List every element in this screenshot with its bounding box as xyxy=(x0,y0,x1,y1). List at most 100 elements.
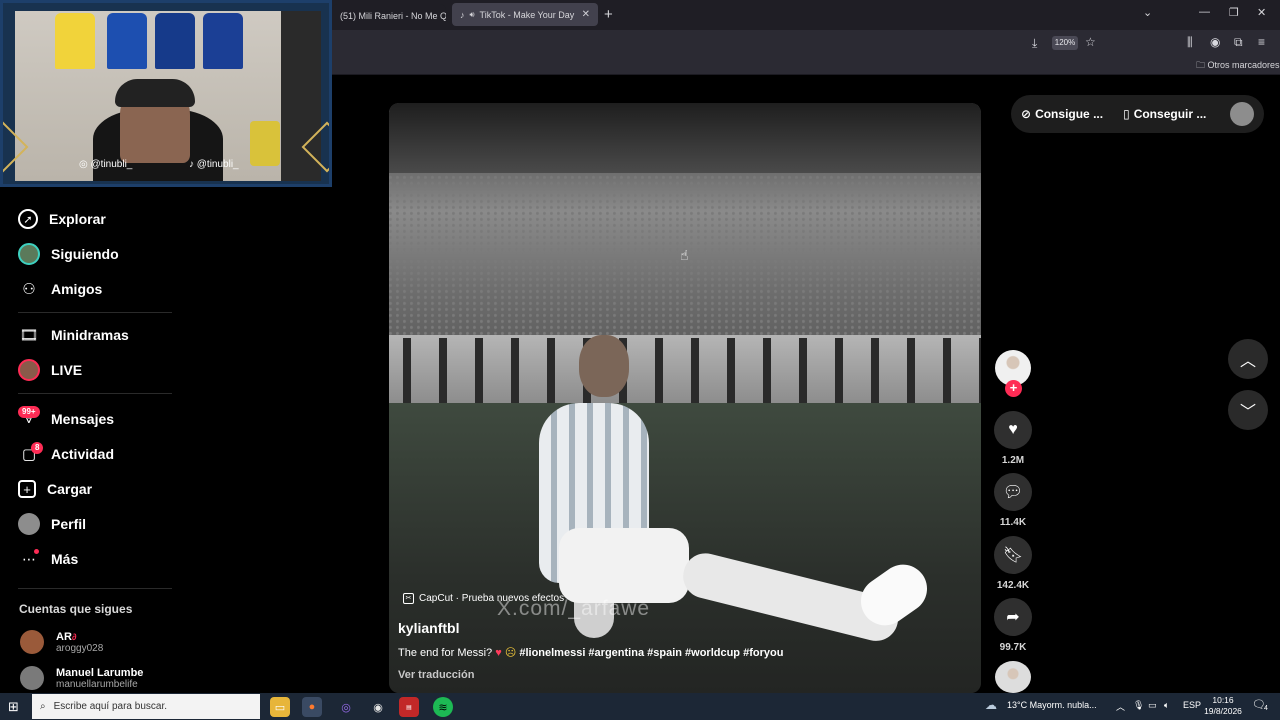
sidebar-item-amigos[interactable]: ⚇ Amigos xyxy=(18,276,102,302)
minimize-button[interactable]: — xyxy=(1199,6,1210,18)
bookmark-star-icon[interactable]: ☆ xyxy=(1085,35,1096,49)
sidebar-divider xyxy=(18,588,172,589)
weather-text[interactable]: 13°C Mayorm. nubla... xyxy=(1007,700,1097,710)
messages-badge: 99+ xyxy=(18,406,40,418)
capcut-label: CapCut · Prueba nuevos efectos xyxy=(419,593,565,604)
obs-icon[interactable]: ◉ xyxy=(368,697,388,717)
get-app-button[interactable]: ▯ Conseguir ... xyxy=(1113,107,1216,121)
microphone-icon[interactable]: 🎙︎ xyxy=(1133,700,1144,711)
restore-button[interactable]: ❐ xyxy=(1229,6,1239,19)
sidebar-item-label: Minidramas xyxy=(51,327,129,343)
sidebar-item-label: Cargar xyxy=(47,481,93,497)
speaker-icon[interactable]: 🔊︎ xyxy=(470,10,475,20)
zoom-level[interactable]: 120% xyxy=(1052,36,1078,50)
sidebar-item-label: Explorar xyxy=(49,211,106,227)
extensions-icon[interactable]: ⧉ xyxy=(1234,35,1243,50)
sidebar-item-siguiendo[interactable]: Siguiendo xyxy=(18,241,119,267)
close-window-button[interactable]: ✕ xyxy=(1257,6,1266,19)
translate-link[interactable]: Ver traducción xyxy=(398,669,474,681)
broken-heart-icon: ♥ xyxy=(495,647,502,659)
windows-start-icon[interactable]: ⊞ xyxy=(8,699,19,715)
get-app-label: Conseguir ... xyxy=(1133,107,1207,121)
share-icon[interactable]: ➦ xyxy=(994,598,1032,636)
account-name: AR xyxy=(56,630,72,643)
file-explorer-icon[interactable]: ▭ xyxy=(270,697,290,717)
sidebar-item-cargar[interactable]: + Cargar xyxy=(18,476,92,502)
capcut-link[interactable]: ✂︎ CapCut · Prueba nuevos efectos xyxy=(403,593,564,604)
sidebar-item-live[interactable]: LIVE xyxy=(18,357,82,383)
sidebar-divider xyxy=(18,393,172,394)
user-avatar[interactable] xyxy=(1230,102,1254,126)
follow-button[interactable]: + xyxy=(1005,380,1022,397)
tiktok-icon: ♪ xyxy=(189,159,197,170)
video-frame-people xyxy=(389,338,981,408)
header-actions: ⊘ Consigue ... ▯ Conseguir ... xyxy=(1011,95,1264,133)
save-action[interactable]: 🔖︎ 142.4K xyxy=(994,536,1032,591)
taskbar-search-input[interactable]: ⌕ Escribe aquí para buscar. xyxy=(32,694,260,719)
tab-tiktok[interactable]: ♪ 🔊︎ TikTok - Make Your Day ✕ xyxy=(452,3,598,26)
close-tab-icon[interactable]: ✕ xyxy=(582,9,590,20)
profile-avatar-icon xyxy=(18,513,40,535)
menu-icon[interactable]: ≡ xyxy=(1258,35,1265,49)
video-player[interactable]: X.com/_arfawe ✂︎ CapCut · Prueba nuevos … xyxy=(389,103,981,693)
tiktok-handle: ♪ @tinubli_ xyxy=(189,159,239,170)
tab-youtube[interactable]: (51) Mili Ranieri - No Me Quie ✕ xyxy=(332,4,446,28)
sidebar-item-label: Perfil xyxy=(51,516,87,532)
sidebar-item-label: Amigos xyxy=(51,281,103,297)
sidebar-item-explorar[interactable]: ➚ Explorar xyxy=(18,206,106,232)
video-author[interactable]: kylianftbl xyxy=(398,620,459,636)
sad-face-icon: ☹ xyxy=(504,647,520,659)
sidebar-item-label: Siguiendo xyxy=(51,246,119,262)
video-description: The end for Messi? ♥ ☹ #lionelmessi #arg… xyxy=(398,646,783,659)
network-icon[interactable]: ▭ xyxy=(1148,700,1157,711)
like-action[interactable]: ♥ 1.2M xyxy=(994,411,1032,466)
sidebar-item-label: Más xyxy=(51,551,79,567)
previous-video-button[interactable]: ︿ xyxy=(1228,339,1268,379)
account-icon[interactable]: ◉ xyxy=(1210,35,1220,49)
music-disc[interactable] xyxy=(995,661,1031,693)
account-handle: aroggy028 xyxy=(56,642,104,654)
jersey-blue xyxy=(203,13,243,69)
following-account[interactable]: Manuel Larumbe manuellarumbelife xyxy=(20,666,143,690)
webcam-cup xyxy=(250,121,280,166)
compass-icon: ➚ xyxy=(18,209,38,229)
tab-list-chevron-icon[interactable]: ⌄ xyxy=(1143,6,1152,19)
chevron-down-icon: ﹀ xyxy=(1239,404,1256,421)
coin-icon: ⊘ xyxy=(1021,107,1032,121)
heart-icon[interactable]: ♥ xyxy=(994,411,1032,449)
taskbar-clock[interactable]: 10:16 19/8/2026 xyxy=(1203,695,1243,717)
avatar xyxy=(20,666,44,690)
library-icon[interactable]: ⫼ xyxy=(1187,35,1193,50)
spotify-icon[interactable]: ≋ xyxy=(433,697,453,717)
sidebar-item-minidramas[interactable]: 🎞︎ Minidramas xyxy=(18,322,129,348)
language-indicator[interactable]: ESP xyxy=(1183,700,1201,710)
app-icon[interactable]: ▤ xyxy=(399,697,419,717)
new-tab-button[interactable]: + xyxy=(604,6,613,23)
get-coins-button[interactable]: ⊘ Consigue ... xyxy=(1011,107,1113,121)
share-action[interactable]: ➦ 99.7K xyxy=(994,598,1032,653)
hashtags[interactable]: #lionelmessi #argentina #spain #worldcup… xyxy=(519,647,783,659)
sidebar-item-perfil[interactable]: Perfil xyxy=(18,511,86,537)
tray-chevron-icon[interactable]: ︿ xyxy=(1116,700,1125,713)
jersey-blue xyxy=(155,13,195,69)
instagram-handle: ◎ @tinubli_ xyxy=(79,159,133,170)
bookmark-icon[interactable]: 🔖︎ xyxy=(994,536,1032,574)
next-video-button[interactable]: ﹀ xyxy=(1228,390,1268,430)
volume-icon[interactable]: 🔈︎ xyxy=(1164,700,1169,711)
other-bookmarks-folder[interactable]: 🗀︎ Otros marcadores xyxy=(1196,58,1280,74)
comment-icon[interactable]: 💬︎ xyxy=(994,473,1032,511)
like-count: 1.2M xyxy=(1001,455,1025,466)
get-coins-label: Consigue ... xyxy=(1035,107,1104,121)
instagram-icon: ◎ xyxy=(79,159,91,170)
app-icon[interactable]: ◎ xyxy=(336,697,356,717)
notification-count: 4 xyxy=(1264,705,1268,712)
firefox-icon[interactable]: ● xyxy=(302,697,322,717)
folder-icon: 🗀︎ xyxy=(1196,60,1208,70)
sidebar-item-mas[interactable]: ⋯ Más xyxy=(18,546,78,572)
sidebar-item-label: Mensajes xyxy=(51,411,115,427)
following-account[interactable]: AR∂ aroggy028 xyxy=(20,630,103,654)
comment-action[interactable]: 💬︎ 11.4K xyxy=(994,473,1032,528)
download-icon[interactable]: ⤓ xyxy=(1032,36,1037,51)
share-count: 99.7K xyxy=(999,642,1027,653)
search-placeholder: Escribe aquí para buscar. xyxy=(53,701,168,712)
